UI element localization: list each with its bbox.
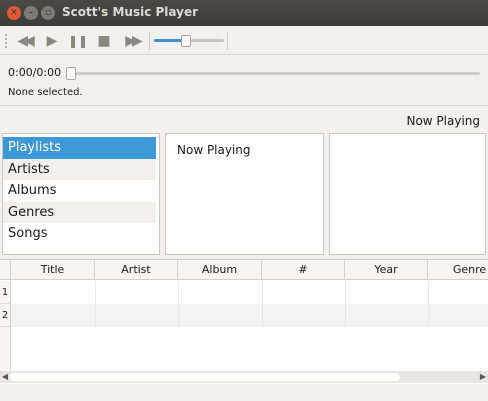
column-header-album[interactable]: Album (178, 260, 262, 280)
close-window-button[interactable]: ✕ (7, 6, 21, 20)
column-header-genre[interactable]: Genre (428, 260, 488, 280)
maximize-window-button[interactable]: ▫ (41, 6, 55, 20)
table-row[interactable] (11, 304, 488, 327)
pause-button[interactable]: ❚❚ (66, 30, 90, 52)
scroll-left-arrow-icon[interactable]: ◀ (0, 371, 10, 383)
library-pane: Playlists Artists Albums Genres Songs (2, 133, 160, 255)
row-header-corner (0, 260, 11, 280)
library-item-genres[interactable]: Genres (3, 201, 156, 223)
previous-track-button[interactable]: ◀◀ (12, 30, 36, 52)
column-header-title[interactable]: Title (11, 260, 95, 280)
play-button[interactable]: ▶ (40, 30, 64, 52)
column-divider (345, 281, 346, 327)
column-header-artist[interactable]: Artist (95, 260, 178, 280)
column-header-number[interactable]: # (262, 260, 345, 280)
window-title: Scott's Music Player (62, 5, 199, 19)
library-item-albums[interactable]: Albums (3, 180, 156, 202)
status-bar (0, 384, 488, 401)
seek-knob[interactable] (66, 67, 76, 80)
now-playing-label: Now Playing (406, 114, 480, 128)
scroll-right-arrow-icon[interactable]: ▶ (478, 371, 488, 383)
title-bar: ✕ – ▫ Scott's Music Player (0, 0, 488, 26)
row-header-filler (0, 327, 11, 372)
column-divider (95, 281, 96, 327)
toolbar-separator (149, 32, 150, 50)
table-row[interactable] (11, 281, 488, 304)
playback-toolbar: ◀◀ ▶ ❚❚ ■ ▶▶ (0, 26, 488, 55)
volume-slider[interactable] (154, 35, 224, 47)
column-divider (178, 281, 179, 327)
library-item-artists[interactable]: Artists (3, 158, 156, 180)
table-header: Title Artist Album # Year Genre (0, 260, 488, 280)
library-item-songs[interactable]: Songs (3, 223, 156, 245)
column-header-year[interactable]: Year (345, 260, 428, 280)
seek-track (66, 72, 480, 75)
time-display: 0:00/0:00 (8, 66, 62, 79)
row-number[interactable]: 1 (0, 281, 11, 304)
minimize-window-button[interactable]: – (24, 6, 38, 20)
status-text: None selected. (8, 87, 83, 98)
toolbar-separator (227, 32, 228, 50)
horizontal-scrollbar[interactable]: ◀ ▶ (0, 371, 488, 383)
scrollbar-thumb[interactable] (10, 373, 400, 381)
rewind-icon: ◀◀ (17, 33, 34, 49)
track-table: Title Artist Album # Year Genre 1 2 (0, 259, 488, 384)
stop-button[interactable]: ■ (92, 30, 116, 52)
column-divider (262, 281, 263, 327)
column-divider (428, 281, 429, 327)
playlist-item-now-playing[interactable]: Now Playing (166, 134, 323, 157)
next-track-button[interactable]: ▶▶ (120, 30, 144, 52)
fast-forward-icon: ▶▶ (125, 33, 142, 49)
play-icon: ▶ (46, 33, 58, 49)
row-number[interactable]: 2 (0, 304, 11, 327)
stop-icon: ■ (97, 33, 111, 49)
volume-knob[interactable] (180, 35, 191, 47)
seek-slider[interactable] (66, 67, 480, 80)
pause-icon: ❚❚ (67, 34, 89, 48)
library-list: Playlists Artists Albums Genres Songs (3, 134, 159, 245)
playlist-pane: Now Playing (165, 133, 324, 255)
library-item-playlists[interactable]: Playlists (3, 137, 156, 159)
playback-info: 0:00/0:00 None selected. (0, 56, 488, 106)
detail-pane (329, 133, 486, 255)
toolbar-grip-handle[interactable] (4, 33, 8, 49)
